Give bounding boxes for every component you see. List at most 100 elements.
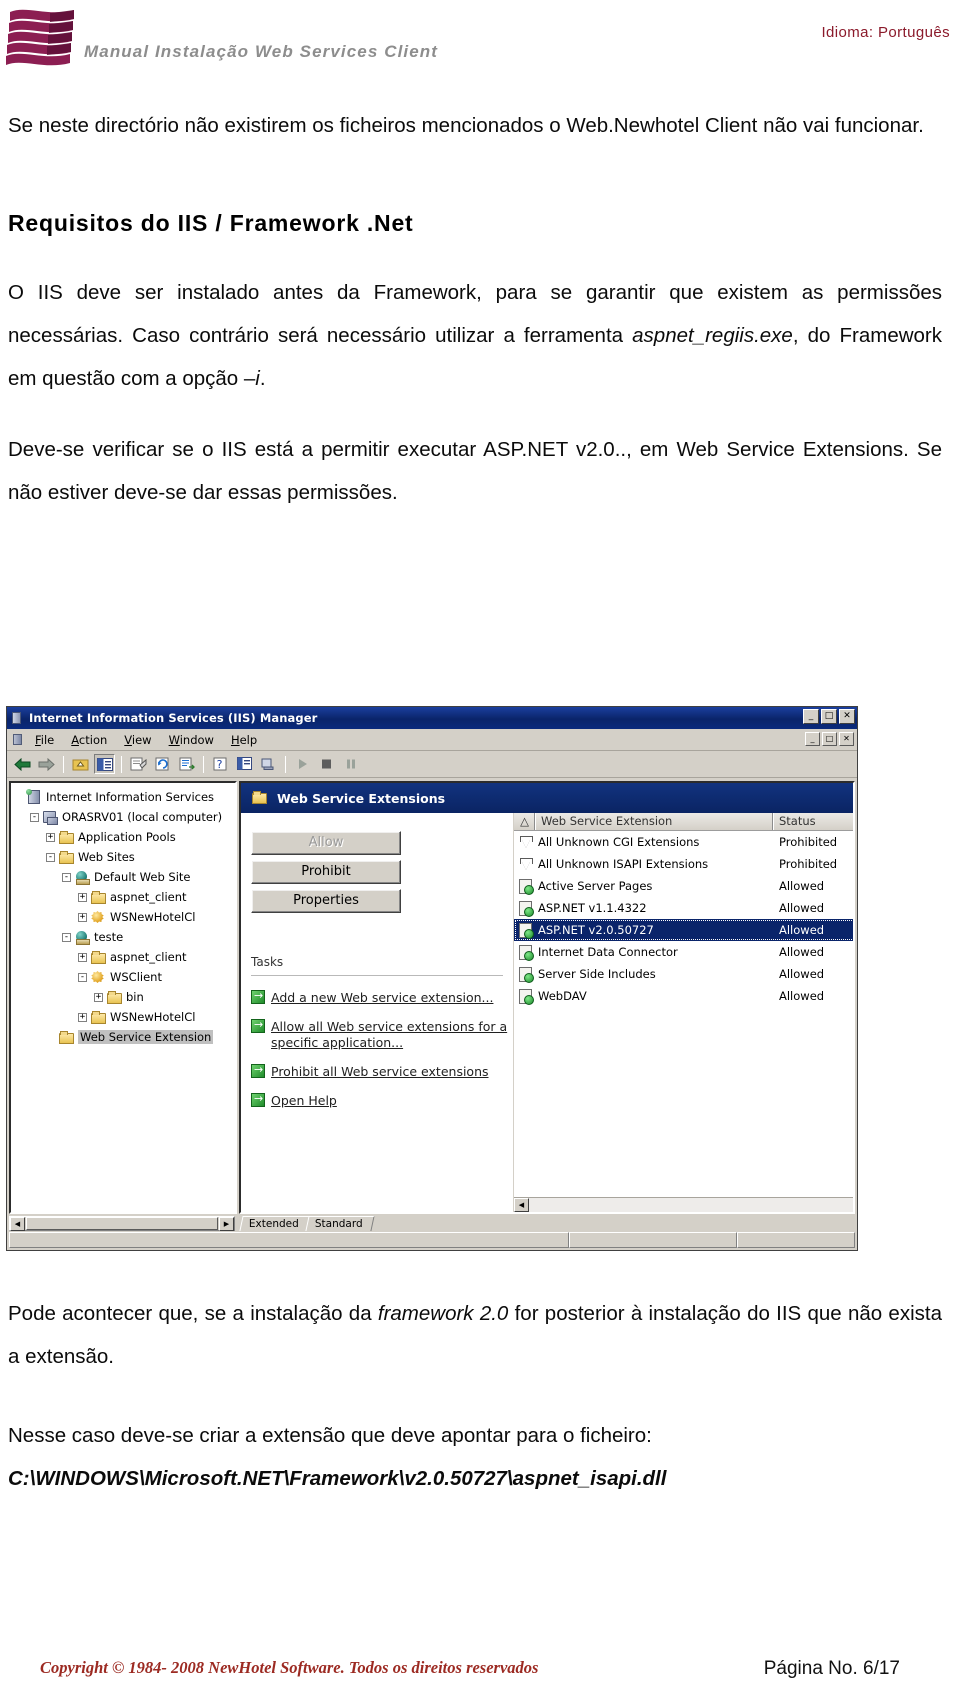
mdi-restore-button[interactable]: □: [822, 732, 837, 746]
back-arrow-icon[interactable]: [12, 754, 33, 774]
collapse-icon[interactable]: -: [62, 872, 71, 882]
tree-item[interactable]: + WSNewHotelCl: [14, 1007, 235, 1027]
close-button[interactable]: ✕: [839, 709, 855, 724]
refresh-icon[interactable]: [152, 754, 173, 774]
menu-view[interactable]: View: [124, 733, 151, 747]
scroll-track[interactable]: [529, 1198, 853, 1212]
extension-row[interactable]: ASP.NET v2.0.50727 Allowed: [514, 919, 853, 941]
expand-icon[interactable]: +: [46, 832, 55, 842]
tree-item[interactable]: + WSNewHotelCl: [14, 907, 235, 927]
tree-item[interactable]: - ORASRV01 (local computer): [14, 807, 235, 827]
result-pane-body: Allow Prohibit Properties Tasks Add a ne…: [241, 813, 853, 1212]
tab-extended[interactable]: Extended: [239, 1216, 311, 1231]
scroll-right-arrow[interactable]: ▶: [854, 1198, 855, 1212]
framework-2-0: framework 2.0: [377, 1302, 509, 1325]
up-folder-icon[interactable]: [70, 754, 91, 774]
expand-icon[interactable]: +: [78, 912, 87, 922]
menu-window[interactable]: Window: [169, 733, 214, 747]
task-links[interactable]: Add a new Web service extension... Allow …: [251, 989, 513, 1109]
expand-icon[interactable]: +: [78, 952, 87, 962]
task-link-label: Allow all Web service extensions for a s…: [271, 1019, 508, 1050]
task-link[interactable]: Add a new Web service extension...: [251, 989, 513, 1006]
iis-tree-pane[interactable]: Internet Information Services - ORASRV01 (…: [9, 781, 237, 1214]
tree-horizontal-scrollbar[interactable]: ◀ ▶: [9, 1216, 235, 1231]
forward-arrow-icon[interactable]: [36, 754, 57, 774]
extension-name-cell: ASP.NET v2.0.50727: [514, 923, 774, 939]
play-icon[interactable]: [292, 754, 313, 774]
export-list-icon[interactable]: [176, 754, 197, 774]
tree-item[interactable]: + aspnet_client: [14, 947, 235, 967]
disconnect-icon[interactable]: [258, 754, 279, 774]
stop-icon[interactable]: [316, 754, 337, 774]
window-controls[interactable]: _ □ ✕: [803, 709, 855, 724]
menu-help[interactable]: Help: [231, 733, 257, 747]
column-header-extension[interactable]: Web Service Extension: [536, 813, 774, 830]
collapse-icon[interactable]: -: [78, 972, 87, 982]
properties-icon[interactable]: [128, 754, 149, 774]
tree-item[interactable]: - WSClient: [14, 967, 235, 987]
menu-help-rest: elp: [239, 732, 258, 747]
list-horizontal-scrollbar[interactable]: ◀ ▶: [514, 1197, 855, 1212]
maximize-button[interactable]: □: [821, 709, 837, 724]
tree-item[interactable]: + aspnet_client: [14, 887, 235, 907]
extension-name-cell: WebDAV: [514, 989, 774, 1005]
pause-icon[interactable]: [340, 754, 361, 774]
tree-scroll-right-arrow[interactable]: ▶: [219, 1217, 234, 1231]
toolbar-separator: [63, 755, 64, 773]
list-header-row[interactable]: △ Web Service Extension Status: [514, 813, 853, 831]
extension-name: ASP.NET v1.1.4322: [538, 901, 647, 915]
properties-button[interactable]: Properties: [251, 889, 401, 913]
tab-standard[interactable]: Standard: [305, 1216, 375, 1231]
menu-action[interactable]: Action: [71, 733, 107, 747]
expand-icon[interactable]: +: [78, 1012, 87, 1022]
mdi-close-button[interactable]: ✕: [839, 732, 854, 746]
extension-row[interactable]: All Unknown ISAPI Extensions Prohibited: [514, 853, 853, 875]
sort-indicator-column[interactable]: △: [514, 813, 536, 830]
extension-row[interactable]: Internet Data Connector Allowed: [514, 941, 853, 963]
tree-item[interactable]: - Web Sites: [14, 847, 235, 867]
help-icon[interactable]: ?: [210, 754, 231, 774]
collapse-icon[interactable]: -: [46, 852, 55, 862]
tree-scroll-left-arrow[interactable]: ◀: [10, 1217, 25, 1231]
collapse-icon[interactable]: -: [62, 932, 71, 942]
framework-paragraph: O IIS deve ser instalado antes da Framew…: [0, 271, 960, 400]
extension-row[interactable]: WebDAV Allowed: [514, 985, 853, 1007]
minimize-button[interactable]: _: [803, 709, 819, 724]
toolbar-separator-3: [203, 755, 204, 773]
tree-scroll-thumb[interactable]: [26, 1217, 218, 1230]
new-window-icon[interactable]: [234, 754, 255, 774]
tree-item[interactable]: Web Service Extension: [14, 1027, 235, 1047]
tree-item[interactable]: - Default Web Site: [14, 867, 235, 887]
task-link[interactable]: Allow all Web service extensions for a s…: [251, 1018, 513, 1051]
collapse-icon[interactable]: -: [30, 812, 39, 822]
column-header-status[interactable]: Status: [774, 813, 853, 830]
prohibit-button[interactable]: Prohibit: [251, 860, 401, 884]
extension-row[interactable]: All Unknown CGI Extensions Prohibited: [514, 831, 853, 853]
show-hide-tree-icon[interactable]: [94, 754, 115, 774]
tree-item[interactable]: Internet Information Services: [14, 787, 235, 807]
extension-row[interactable]: Active Server Pages Allowed: [514, 875, 853, 897]
mdi-window-controls[interactable]: _ □ ✕: [805, 732, 854, 746]
mdi-minimize-button[interactable]: _: [805, 732, 820, 746]
menu-file[interactable]: File: [35, 733, 54, 747]
copyright-notice: Copyright © 1984- 2008 NewHotel Software…: [40, 1658, 539, 1677]
task-link[interactable]: Open Help: [251, 1092, 513, 1109]
task-link[interactable]: Prohibit all Web service extensions: [251, 1063, 513, 1080]
tree-item[interactable]: + bin: [14, 987, 235, 1007]
scope-tree[interactable]: Internet Information Services - ORASRV01 (…: [11, 783, 235, 1047]
extensions-list[interactable]: All Unknown CGI Extensions Prohibited All …: [514, 831, 853, 1007]
extensions-list-pane[interactable]: △ Web Service Extension Status All Unkno…: [513, 813, 855, 1212]
tree-item[interactable]: - teste: [14, 927, 235, 947]
iis-bottom-area: ◀ ▶ Extended Standard: [9, 1214, 855, 1248]
extension-row[interactable]: ASP.NET v1.1.4322 Allowed: [514, 897, 853, 919]
extension-row[interactable]: Server Side Includes Allowed: [514, 963, 853, 985]
task-arrow-icon: [251, 1063, 265, 1078]
expand-icon[interactable]: +: [94, 992, 103, 1002]
document-content: Se neste directório não existirem os fic…: [0, 104, 960, 514]
scroll-left-arrow[interactable]: ◀: [514, 1198, 529, 1212]
view-tabs[interactable]: Extended Standard: [239, 1215, 375, 1231]
tree-item[interactable]: + Application Pools: [14, 827, 235, 847]
expand-icon[interactable]: +: [78, 892, 87, 902]
allow-button[interactable]: Allow: [251, 831, 401, 855]
